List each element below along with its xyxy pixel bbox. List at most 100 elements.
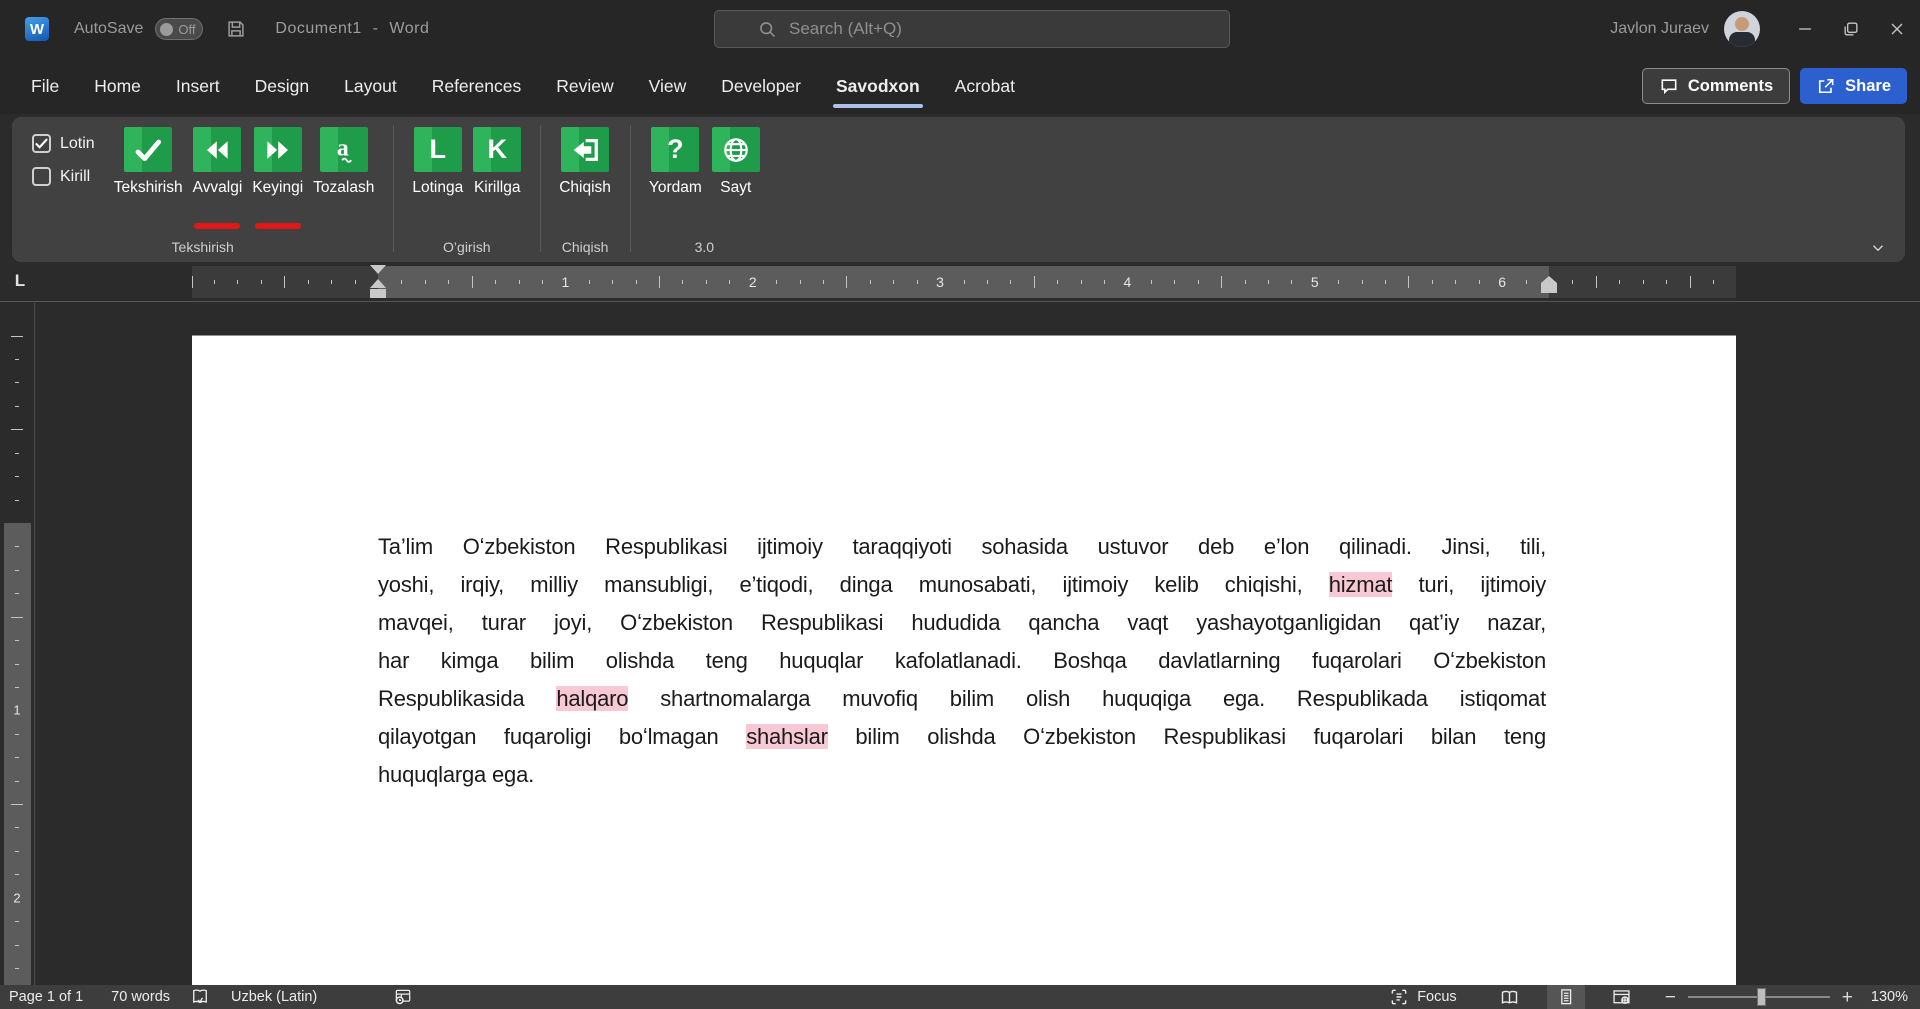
right-indent-marker[interactable] [1541, 283, 1557, 293]
highlighted-word: shahslar [746, 724, 828, 749]
ruler-number: 4 [1124, 274, 1132, 290]
tab-references[interactable]: References [431, 73, 523, 100]
forward-icon [254, 127, 302, 172]
focus-icon [1389, 987, 1409, 1007]
ruler-tick [823, 280, 824, 284]
document-text: Ta’lim Oʻzbekiston Respublikasi ijtimoiy… [378, 528, 1546, 794]
macro-record-icon[interactable] [393, 987, 413, 1007]
zoom-out-button[interactable]: − [1665, 988, 1676, 1007]
ribbon-button-label: Yordam [649, 179, 702, 197]
ribbon-group-label: Tekshirish [12, 239, 393, 255]
user-avatar[interactable] [1724, 11, 1760, 47]
ruler-tick [1174, 280, 1175, 284]
tab-layout[interactable]: Layout [343, 73, 398, 100]
tab-file[interactable]: File [30, 73, 60, 100]
search-icon [757, 19, 778, 40]
tab-review[interactable]: Review [555, 73, 614, 100]
ribbon-button-label: Sayt [720, 179, 751, 197]
tab-view[interactable]: View [648, 73, 688, 100]
collapse-ribbon-chevron-icon[interactable] [1867, 239, 1889, 257]
document-line: har kimga bilim olishda teng huquqlar ka… [378, 642, 1546, 680]
autosave-toggle[interactable]: Off [155, 18, 203, 40]
comments-button[interactable]: Comments [1642, 68, 1790, 104]
ribbon-button-tozalash[interactable]: aTozalash [308, 127, 379, 197]
ruler-tick [1643, 280, 1644, 284]
restore-button[interactable] [1828, 0, 1874, 58]
minimize-button[interactable] [1782, 0, 1828, 58]
zoom-slider[interactable] [1688, 996, 1830, 998]
ruler-tick [1432, 280, 1433, 284]
text-segment: mavqei, turar joyi, Oʻzbekiston Respubli… [378, 610, 1546, 635]
zoom-slider-thumb[interactable] [1757, 988, 1766, 1006]
vertical-ruler-divider [34, 303, 35, 985]
ribbon-button-avvalgi[interactable]: Avvalgi [188, 127, 248, 197]
ribbon-button-chiqish[interactable]: Chiqish [554, 127, 616, 197]
ribbon-button-keyingi[interactable]: Keyingi [247, 127, 308, 197]
highlighted-word: hizmat [1329, 572, 1393, 597]
read-mode-button[interactable] [1491, 985, 1529, 1009]
save-icon[interactable] [225, 18, 247, 40]
ruler-tick [589, 280, 590, 284]
ribbon-group-label: O’girish [393, 239, 540, 255]
ruler-tick [15, 546, 19, 547]
tab-design[interactable]: Design [254, 73, 310, 100]
share-button[interactable]: Share [1800, 68, 1907, 104]
ruler-tick [1198, 280, 1199, 284]
proofing-status-icon[interactable] [190, 987, 210, 1007]
ruler-tick [1666, 280, 1667, 284]
document-line: huquqlarga ega. [378, 756, 1546, 794]
horizontal-ruler[interactable]: 123456 [192, 266, 1736, 298]
ribbon-button-tekshirish[interactable]: Tekshirish [109, 127, 188, 197]
checkbox-kirill[interactable]: Kirill [32, 167, 95, 186]
title-bar: W AutoSave Off Document1 - Word Search (… [0, 0, 1920, 58]
tab-stop-selector[interactable]: L [9, 268, 31, 294]
first-line-indent-marker[interactable] [370, 265, 386, 274]
checkbox-lotin[interactable]: Lotin [32, 134, 95, 153]
tab-savodxon[interactable]: Savodxon [835, 73, 921, 100]
tab-home[interactable]: Home [93, 73, 142, 100]
ribbon-button-sayt[interactable]: Sayt [707, 127, 765, 197]
tab-acrobat[interactable]: Acrobat [954, 73, 1016, 100]
hanging-indent-marker[interactable] [370, 279, 386, 288]
rewind-icon [193, 127, 241, 172]
print-layout-icon [1556, 987, 1576, 1007]
document-page[interactable]: Ta’lim Oʻzbekiston Respublikasi ijtimoiy… [192, 335, 1736, 985]
vertical-ruler[interactable]: 12 [0, 303, 34, 985]
ruler-tick [401, 280, 402, 284]
zoom-level[interactable]: 130% [1871, 989, 1908, 1005]
ruler-tick [15, 593, 19, 594]
zoom-in-button[interactable]: + [1842, 988, 1853, 1007]
ribbon-button-yordam[interactable]: ?Yordam [644, 127, 707, 197]
word-count[interactable]: 70 words [111, 989, 170, 1005]
language-indicator[interactable]: Uzbek (Latin) [231, 989, 317, 1005]
focus-button[interactable]: Focus [1389, 987, 1457, 1007]
page-indicator[interactable]: Page 1 of 1 [9, 989, 83, 1005]
print-layout-button[interactable] [1547, 985, 1585, 1009]
comment-icon [1659, 76, 1679, 96]
ribbon-button-label: Tekshirish [114, 179, 183, 197]
search-placeholder: Search (Alt+Q) [789, 19, 902, 39]
tab-insert[interactable]: Insert [175, 73, 221, 100]
ruler-tick [15, 757, 19, 758]
ribbon-panel: Lotin Kirill Tekshirish AvvalgiKeyingi aToza… [12, 117, 1905, 262]
ruler-tick [15, 968, 19, 969]
ruler-tick [729, 280, 730, 284]
word-app-icon[interactable]: W [25, 17, 49, 41]
web-layout-button[interactable] [1603, 985, 1641, 1009]
close-button[interactable] [1874, 0, 1920, 58]
left-indent-marker[interactable] [370, 289, 386, 298]
ruler-tick [682, 280, 683, 284]
ribbon-button-label: Chiqish [559, 179, 611, 197]
ribbon-button-kirillga[interactable]: KKirillga [468, 127, 526, 197]
ruler-tick [1690, 276, 1691, 288]
document-line: mavqei, turar joyi, Oʻzbekiston Respubli… [378, 604, 1546, 642]
tab-developer[interactable]: Developer [720, 73, 802, 100]
check-icon [124, 127, 172, 172]
ruler-tick [1338, 280, 1339, 284]
ruler-tick [15, 827, 19, 828]
ruler-tick [893, 280, 894, 284]
ribbon-button-label: Keyingi [252, 179, 303, 197]
ribbon-button-lotinga[interactable]: LLotinga [407, 127, 468, 197]
ruler-tick [15, 874, 19, 875]
search-input[interactable]: Search (Alt+Q) [714, 10, 1230, 48]
